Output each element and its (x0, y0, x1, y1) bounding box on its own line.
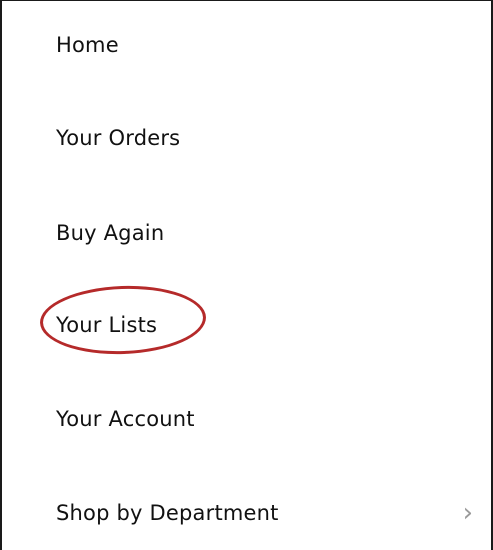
menu-item-your-orders[interactable]: Your Orders (2, 108, 491, 168)
menu-item-your-lists[interactable]: Your Lists (2, 295, 491, 355)
menu-item-buy-again[interactable]: Buy Again (2, 203, 491, 263)
menu-item-label: Your Orders (56, 126, 181, 150)
menu-item-label: Your Account (56, 407, 195, 431)
menu-item-label: Shop by Department (56, 501, 279, 525)
menu-item-label: Buy Again (56, 221, 165, 245)
navigation-menu: Home Your Orders Buy Again Your Lists Yo… (0, 0, 493, 550)
chevron-right-icon: › (462, 498, 473, 528)
menu-item-label: Your Lists (56, 313, 158, 337)
menu-item-label: Home (56, 33, 119, 57)
menu-item-shop-by-department[interactable]: Shop by Department › (2, 483, 491, 543)
menu-item-your-account[interactable]: Your Account (2, 389, 491, 449)
menu-item-home[interactable]: Home (2, 15, 491, 75)
